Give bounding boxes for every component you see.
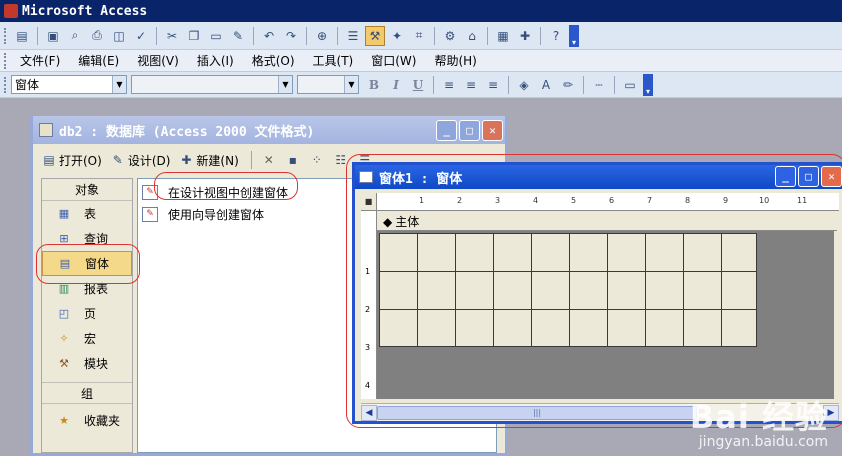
- object-combo-value: 窗体: [15, 78, 40, 92]
- new-icon: ✚: [181, 153, 192, 167]
- database-icon: [39, 123, 53, 137]
- page-icon: ◰: [58, 307, 70, 320]
- app-title: Microsoft Access: [22, 3, 148, 19]
- hyperlink-icon[interactable]: ⊕: [312, 26, 332, 46]
- properties-icon[interactable]: ⚙: [440, 26, 460, 46]
- highlight-annotation: [154, 172, 298, 200]
- view-icon[interactable]: ▤: [12, 26, 32, 46]
- font-size-combo[interactable]: ▼: [297, 75, 359, 94]
- macro-icon: ✧: [59, 332, 69, 345]
- object-macros[interactable]: ✧ 宏: [42, 326, 132, 351]
- italic-button[interactable]: I: [386, 76, 406, 94]
- database-window-title-bar[interactable]: db2 : 数据库 (Access 2000 文件格式) _ □ ✕: [33, 116, 505, 144]
- cut-icon[interactable]: ✂: [162, 26, 182, 46]
- format-painter-icon[interactable]: ✎: [228, 26, 248, 46]
- bold-button[interactable]: B: [364, 76, 384, 94]
- menu-view[interactable]: 视图(V): [128, 52, 188, 69]
- save-icon[interactable]: ▣: [43, 26, 63, 46]
- group-favorites[interactable]: ★ 收藏夹: [42, 408, 132, 433]
- help-icon[interactable]: ?: [546, 26, 566, 46]
- open-icon: ▤: [43, 153, 55, 167]
- favorites-icon: ★: [59, 414, 69, 427]
- watermark: Bai 经验 jingyan.baidu.com: [690, 392, 828, 450]
- objects-header[interactable]: 对象: [42, 179, 132, 201]
- chevron-down-icon[interactable]: ▼: [278, 76, 292, 93]
- module-icon: ⚒: [59, 357, 69, 370]
- undo-icon[interactable]: ↶: [259, 26, 279, 46]
- special-effect-icon[interactable]: ▭: [620, 75, 640, 95]
- print-icon[interactable]: ⎙: [87, 26, 107, 46]
- menu-edit[interactable]: 编辑(E): [69, 52, 128, 69]
- format-toolbar-overflow-icon[interactable]: ▾: [643, 73, 653, 96]
- paste-icon[interactable]: ▭: [206, 26, 226, 46]
- delete-icon[interactable]: ✕: [259, 150, 279, 170]
- font-color-icon[interactable]: A: [536, 75, 556, 95]
- font-name-combo[interactable]: ▼: [131, 75, 293, 94]
- format-toolbar-grip[interactable]: [4, 76, 7, 93]
- menu-insert[interactable]: 插入(I): [188, 52, 243, 69]
- access-logo-icon: [4, 4, 18, 18]
- toolbox-icon[interactable]: ⚒: [365, 25, 385, 46]
- object-combo[interactable]: 窗体 ▼: [11, 75, 127, 94]
- align-left-icon[interactable]: ≡: [439, 75, 459, 95]
- close-button[interactable]: ✕: [482, 120, 503, 141]
- new-button[interactable]: ✚ 新建(N): [178, 152, 238, 169]
- build-icon[interactable]: ⌂: [462, 26, 482, 46]
- highlight-annotation: [36, 244, 140, 284]
- menu-format[interactable]: 格式(O): [243, 52, 304, 69]
- toolbar-grip[interactable]: [4, 27, 7, 44]
- align-center-icon[interactable]: ≡: [461, 75, 481, 95]
- app-title-bar: Microsoft Access: [0, 0, 842, 22]
- line-width-icon[interactable]: ┄: [589, 75, 609, 95]
- print-preview-icon[interactable]: ◫: [109, 26, 129, 46]
- menu-grip[interactable]: [4, 52, 7, 69]
- formatting-toolbar: 窗体 ▼ ▼ ▼ B I U ≡ ≡ ≡ ◈ A ✏ ┄ ▭ ▾: [0, 72, 842, 98]
- new-object-icon[interactable]: ✚: [515, 26, 535, 46]
- watermark-logo: Bai 经验: [689, 398, 828, 436]
- object-pages[interactable]: ◰ 页: [42, 301, 132, 326]
- toolbar-overflow-icon[interactable]: ▾: [569, 24, 579, 47]
- database-window-icon[interactable]: ▦: [493, 26, 513, 46]
- chevron-down-icon[interactable]: ▼: [112, 76, 126, 93]
- menu-bar: 文件(F) 编辑(E) 视图(V) 插入(I) 格式(O) 工具(T) 窗口(W…: [0, 50, 842, 72]
- menu-tools[interactable]: 工具(T): [304, 52, 363, 69]
- spelling-icon[interactable]: ✓: [131, 26, 151, 46]
- wizard-icon: ✎: [142, 206, 158, 222]
- objects-bar: 对象 ▦ 表 ⊞ 查询 ▤ 窗体 ▥ 报表 ◰ 页 ✧ 宏 ⚒ 模块 组 ★ 收藏夹: [41, 178, 133, 453]
- fill-color-icon[interactable]: ◈: [514, 75, 534, 95]
- redo-icon[interactable]: ↷: [281, 26, 301, 46]
- design-button[interactable]: ✎ 设计(D): [110, 152, 171, 169]
- groups-header[interactable]: 组: [42, 382, 132, 404]
- highlight-annotation: [346, 154, 842, 428]
- menu-file[interactable]: 文件(F): [11, 52, 69, 69]
- standard-toolbar: ▤ ▣ ⌕ ⎙ ◫ ✓ ✂ ❐ ▭ ✎ ↶ ↷ ⊕ ☰ ⚒ ✦ ⌗ ⚙ ⌂ ▦ …: [0, 22, 842, 50]
- object-tables[interactable]: ▦ 表: [42, 201, 132, 226]
- minimize-button[interactable]: _: [436, 120, 457, 141]
- design-icon: ✎: [112, 153, 123, 167]
- autoformat-icon[interactable]: ✦: [387, 26, 407, 46]
- small-icons-icon[interactable]: ⁘: [307, 150, 327, 170]
- copy-icon[interactable]: ❐: [184, 26, 204, 46]
- database-window-title: db2 : 数据库 (Access 2000 文件格式): [59, 124, 315, 140]
- object-modules[interactable]: ⚒ 模块: [42, 351, 132, 376]
- align-right-icon[interactable]: ≡: [483, 75, 503, 95]
- underline-button[interactable]: U: [408, 76, 428, 94]
- search-icon[interactable]: ⌕: [65, 26, 85, 46]
- code-icon[interactable]: ⌗: [409, 26, 429, 46]
- large-icons-icon[interactable]: ▪: [283, 150, 303, 170]
- chevron-down-icon[interactable]: ▼: [344, 76, 358, 93]
- line-color-icon[interactable]: ✏: [558, 75, 578, 95]
- open-button[interactable]: ▤ 打开(O): [41, 152, 101, 169]
- menu-help[interactable]: 帮助(H): [425, 52, 485, 69]
- menu-window[interactable]: 窗口(W): [362, 52, 425, 69]
- table-icon: ▦: [58, 207, 70, 220]
- watermark-url: jingyan.baidu.com: [698, 434, 828, 450]
- field-list-icon[interactable]: ☰: [343, 26, 363, 46]
- maximize-button[interactable]: □: [459, 120, 480, 141]
